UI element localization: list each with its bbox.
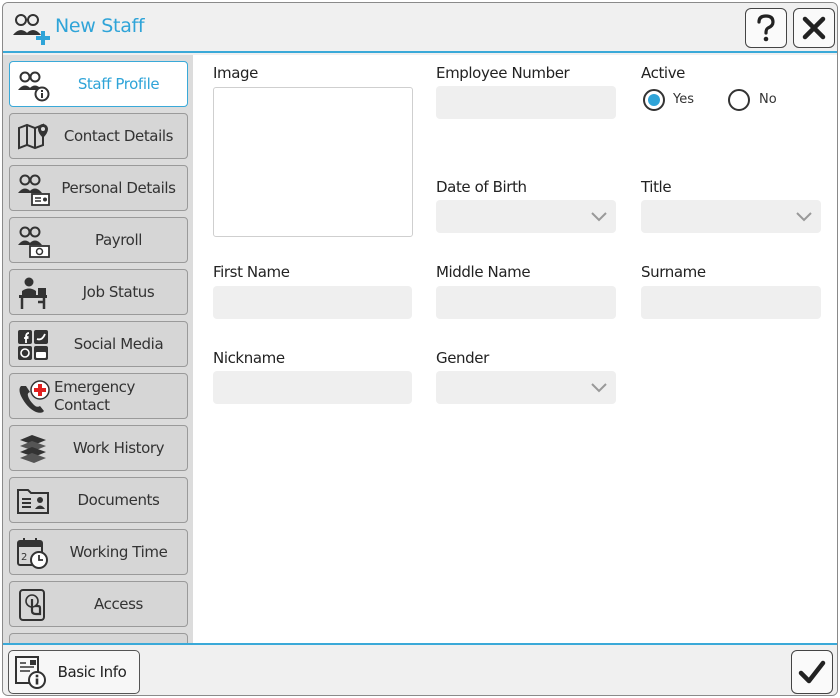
payroll-icon [18,226,50,258]
title-label: Title [641,178,672,196]
dob-label: Date of Birth [436,178,527,196]
middle-name-label: Middle Name [436,263,531,281]
checkmark-icon [798,660,826,684]
sidebar-item-access[interactable]: Access [9,581,188,627]
staff-profile-form: Image Employee Number Active Yes No Date… [193,55,837,643]
help-button[interactable] [745,8,787,48]
document-id-icon [17,489,49,514]
nickname-label: Nickname [213,349,285,367]
svg-text:2: 2 [21,552,27,563]
new-staff-window: New Staff Staff Profile Contact Details … [2,2,838,696]
title-select[interactable] [641,200,821,233]
desk-worker-icon [19,277,47,309]
sidebar-item-work-history[interactable]: Work History [9,425,188,471]
sidebar-item-label: Working Time [69,543,168,561]
close-button[interactable] [793,8,835,48]
info-document-icon [15,656,46,689]
close-icon [802,16,826,40]
sidebar-item-job-status[interactable]: Job Status [9,269,188,315]
question-icon [757,14,775,42]
image-upload-box[interactable] [213,87,413,237]
confirm-button[interactable] [791,650,833,694]
window-title: New Staff [55,15,145,37]
staff-profile-icon [18,71,50,102]
sidebar-item-label: Access [94,595,143,613]
chevron-down-icon [796,212,812,222]
sidebar-item-emergency-contact[interactable]: Emergency Contact [9,373,188,419]
dob-select[interactable] [436,200,616,233]
map-pin-icon [18,123,48,150]
sidebar-item-staff-profile[interactable]: Staff Profile [9,61,188,107]
middle-name-input[interactable] [436,286,616,319]
personal-id-icon [18,174,50,206]
add-staff-icon [13,14,50,45]
sidebar-item-label: Staff Profile [77,75,160,93]
social-media-icon [18,330,48,360]
sidebar-item-label: Emergency Contact [54,378,136,414]
footer-bar: Basic Info [3,643,837,695]
books-icon [20,435,46,463]
chevron-down-icon [591,383,607,393]
sidebar-item-label: Payroll [95,231,142,249]
title-bar: New Staff [3,3,837,53]
touch-access-icon [19,589,45,621]
sidebar-item-label: Contact Details [63,127,174,145]
active-no-label: No [759,92,777,107]
sidebar: Staff Profile Contact Details Personal D… [3,55,193,643]
gender-label: Gender [436,349,489,367]
active-yes-label: Yes [673,92,694,107]
nickname-input[interactable] [213,371,412,404]
sidebar-item-contact-details[interactable]: Contact Details [9,113,188,159]
emergency-phone-icon [19,380,50,413]
sidebar-item-label: Work History [72,439,165,457]
first-name-label: First Name [213,263,290,281]
sidebar-item-label: Social Media [73,335,164,353]
chevron-down-icon [591,212,607,222]
sidebar-item-social-media[interactable]: Social Media [9,321,188,367]
calendar-clock-icon: 2 [17,538,48,569]
active-label: Active [641,64,685,82]
image-label: Image [213,64,258,82]
sidebar-item-label: Personal Details [61,179,176,197]
sidebar-item-personal-details[interactable]: Personal Details [9,165,188,211]
sidebar-item-label: Documents [77,491,160,509]
surname-label: Surname [641,263,706,281]
employee-number-input[interactable] [436,86,616,119]
surname-input[interactable] [641,286,821,319]
sidebar-item-label: Job Status [82,283,155,301]
sidebar-item-payroll[interactable]: Payroll [9,217,188,263]
sidebar-item-working-time[interactable]: 2 Working Time [9,529,188,575]
gender-select[interactable] [436,371,616,404]
sidebar-item-documents[interactable]: Documents [9,477,188,523]
active-no-radio[interactable] [728,89,750,111]
basic-info-label: Basic Info [57,663,127,681]
employee-number-label: Employee Number [436,64,570,82]
active-yes-radio[interactable] [643,89,665,111]
sidebar-item-overflow[interactable] [9,633,188,643]
first-name-input[interactable] [213,286,412,319]
basic-info-button[interactable]: Basic Info [8,650,140,694]
